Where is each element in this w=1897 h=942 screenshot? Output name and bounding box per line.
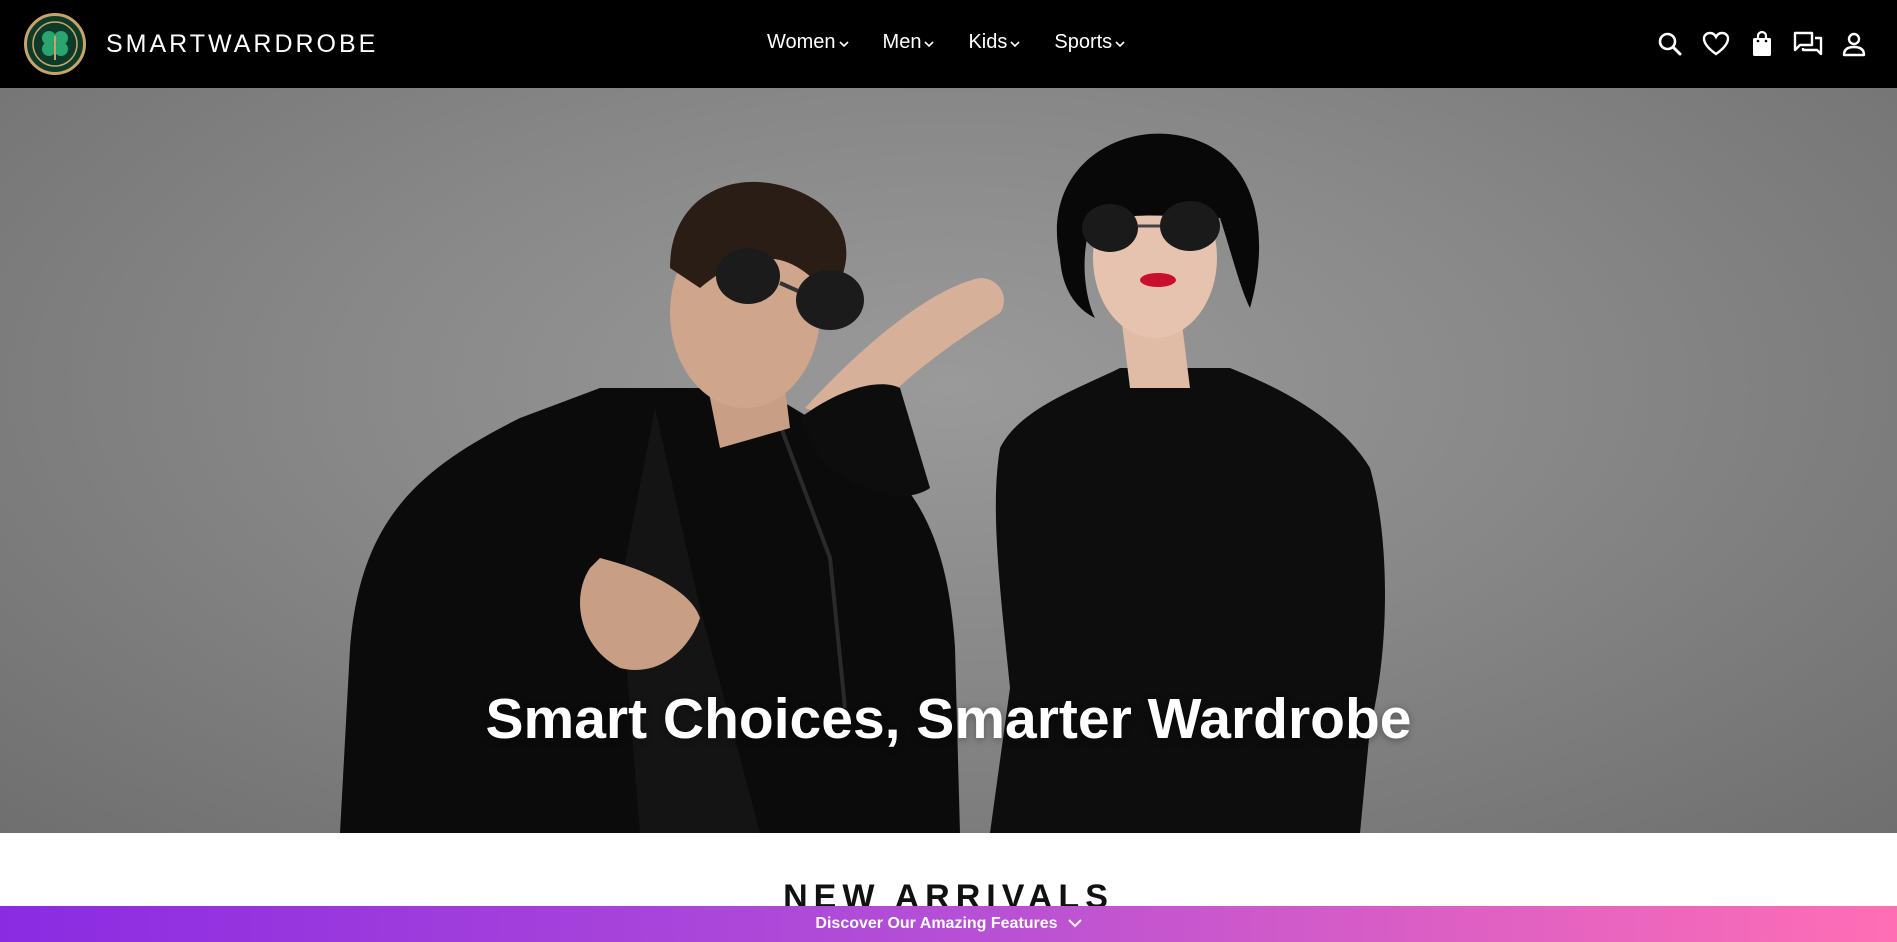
bag-icon[interactable] — [1745, 27, 1779, 61]
nav-item-label: Men — [882, 31, 922, 53]
chevron-down-icon — [924, 31, 935, 54]
heart-icon[interactable] — [1699, 27, 1733, 61]
nav-item-label: Kids — [968, 31, 1008, 53]
top-navigation-bar: SMARTWARDROBE Women Men Kids Sports — [0, 0, 1897, 88]
search-icon[interactable] — [1653, 27, 1687, 61]
nav-item-label: Women — [767, 31, 836, 53]
hero-banner: Smart Choices, Smarter Wardrobe — [0, 88, 1897, 833]
header-actions — [1641, 27, 1871, 61]
nav-item-sports[interactable]: Sports — [1054, 31, 1125, 54]
chevron-down-icon — [1067, 915, 1082, 933]
hero-title: Smart Choices, Smarter Wardrobe — [485, 687, 1412, 751]
nav-item-men[interactable]: Men — [883, 31, 935, 54]
main-nav: Women Men Kids Sports — [767, 31, 1159, 54]
chevron-down-icon — [1010, 31, 1020, 54]
brand-name[interactable]: SMARTWARDROBE — [106, 30, 378, 59]
chevron-down-icon — [1115, 31, 1125, 54]
chevron-down-icon — [838, 31, 849, 54]
nav-item-kids[interactable]: Kids — [968, 31, 1020, 54]
nav-item-label: Sports — [1054, 31, 1113, 53]
promo-label: Discover Our Amazing Features — [815, 915, 1058, 932]
clover-crest-logo[interactable] — [24, 13, 86, 75]
discover-features-banner[interactable]: Discover Our Amazing Features — [0, 906, 1897, 942]
user-icon[interactable] — [1837, 27, 1871, 61]
nav-item-women[interactable]: Women — [767, 31, 849, 54]
chat-icon[interactable] — [1791, 27, 1825, 61]
